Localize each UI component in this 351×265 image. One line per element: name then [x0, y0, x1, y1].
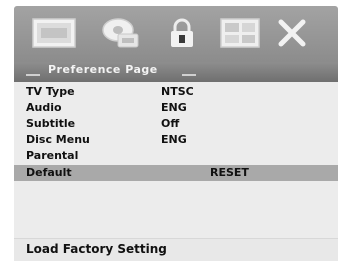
menu-item-label: Subtitle: [26, 117, 76, 130]
help-footer: Load Factory Setting: [14, 238, 338, 261]
menu-item-value: NTSC: [161, 85, 194, 98]
menu-item-label: Audio: [26, 101, 62, 114]
password-lock-icon[interactable]: [168, 16, 196, 50]
menu-item-audio[interactable]: Audio ENG: [14, 100, 338, 116]
preference-icon[interactable]: [220, 16, 260, 50]
menu-item-label: TV Type: [26, 85, 75, 98]
menu-item-value: ENG: [161, 101, 187, 114]
title-dash-right: [182, 74, 196, 76]
menu-item-label: Disc Menu: [26, 133, 90, 146]
menu-item-tv-type[interactable]: TV Type NTSC: [14, 84, 338, 100]
setup-tab-bar: [14, 6, 338, 62]
reset-option[interactable]: RESET: [210, 165, 249, 181]
page-title-bar: Preference Page: [14, 62, 338, 82]
menu-item-disc-menu[interactable]: Disc Menu ENG: [14, 132, 338, 148]
title-dash-left: [26, 74, 40, 76]
exit-icon[interactable]: [276, 16, 308, 50]
page-title: Preference Page: [48, 63, 158, 76]
osd-setup-menu: Preference Page TV Type NTSC Audio ENG S…: [14, 6, 338, 261]
menu-item-subtitle[interactable]: Subtitle Off: [14, 116, 338, 132]
menu-item-value: ENG: [161, 133, 187, 146]
help-text: Load Factory Setting: [26, 242, 167, 256]
general-setup-icon[interactable]: [32, 16, 76, 50]
menu-item-label: Default: [26, 166, 72, 179]
menu-item-default[interactable]: Default RESET: [14, 165, 338, 181]
audio-setup-icon[interactable]: [100, 16, 142, 50]
preference-menu: TV Type NTSC Audio ENG Subtitle Off Disc…: [14, 84, 338, 181]
menu-item-parental[interactable]: Parental: [14, 148, 338, 164]
menu-item-label: Parental: [26, 149, 79, 162]
menu-item-value: Off: [161, 117, 180, 130]
